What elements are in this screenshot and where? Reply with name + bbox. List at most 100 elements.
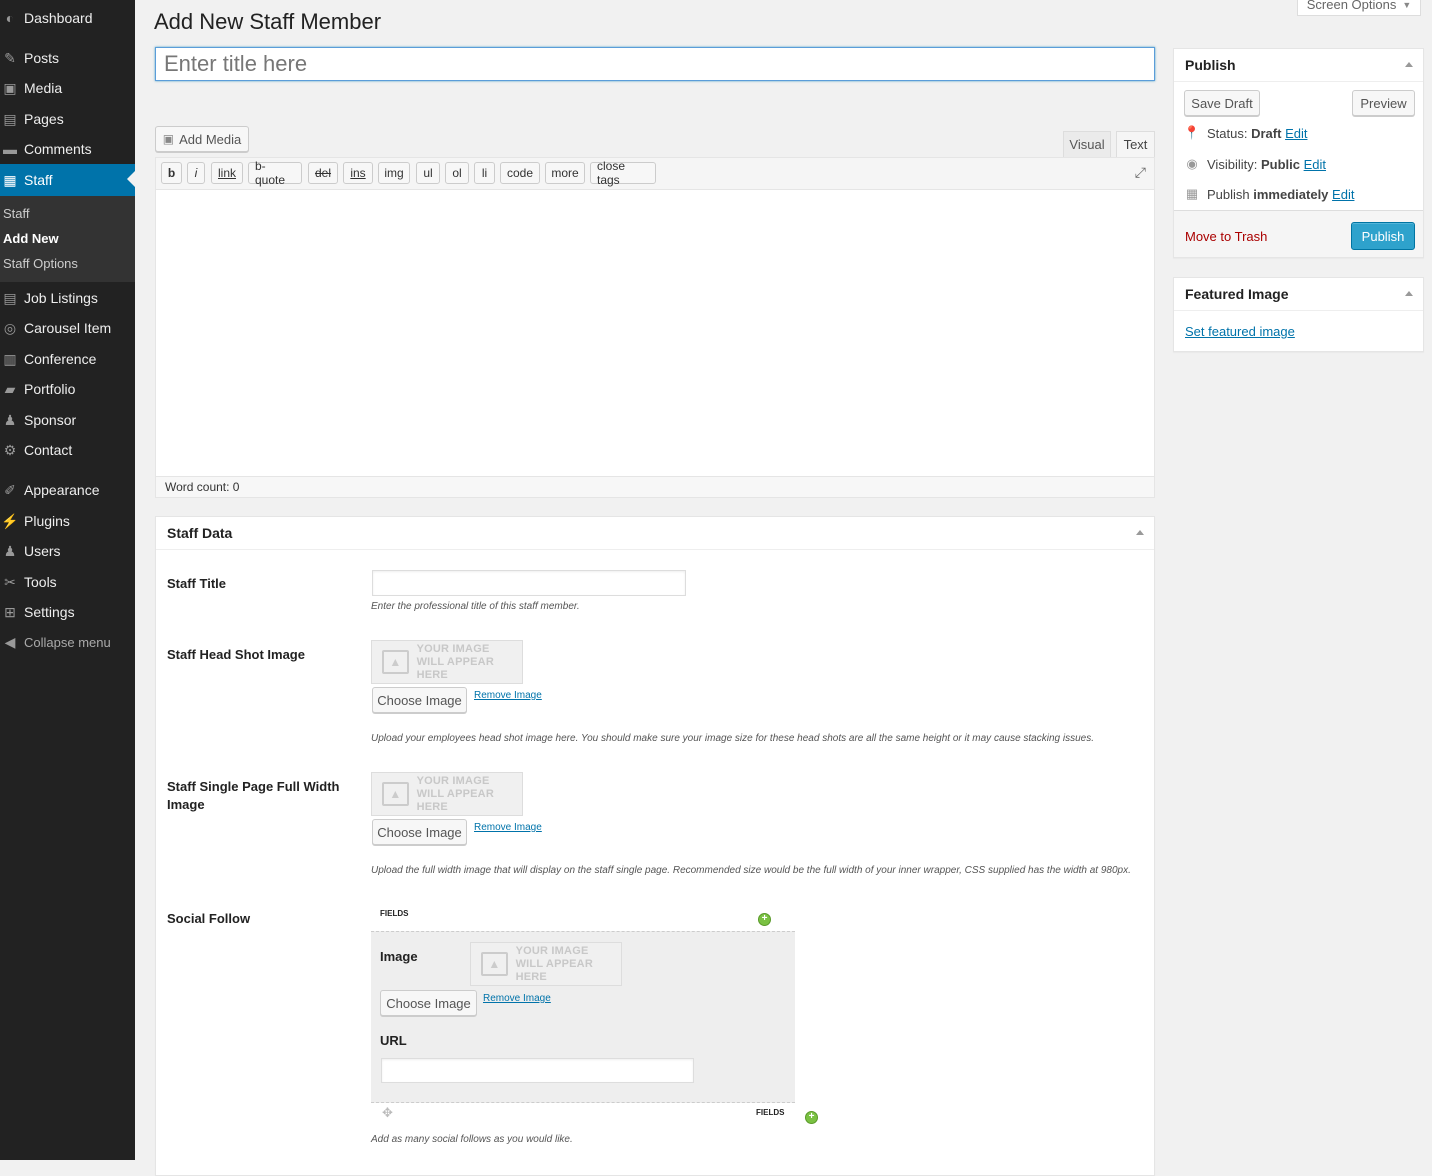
drag-handle-icon[interactable]: ✥ <box>382 1105 393 1121</box>
choose-image-button[interactable]: Choose Image <box>372 819 467 845</box>
editor-area[interactable]: b i link b-quote del ins img ul ol li co… <box>155 157 1155 498</box>
placeholder-line2: WILL APPEAR HERE <box>416 787 494 813</box>
qt-close-tags-button[interactable]: close tags <box>590 159 656 187</box>
qt-bold-button[interactable]: b <box>161 162 182 184</box>
edit-visibility-link[interactable]: Edit <box>1304 157 1326 172</box>
carousel-icon: ◎ <box>3 319 17 336</box>
social-follow-description: Add as many social follows as you would … <box>371 1134 573 1145</box>
fullscreen-icon[interactable]: ⤢ <box>1135 164 1146 181</box>
save-draft-button[interactable]: Save Draft <box>1184 90 1260 116</box>
qt-more-button[interactable]: more <box>545 162 585 184</box>
staff-data-box: Staff Data Staff Title Enter the profess… <box>155 516 1155 1176</box>
plug-icon: ⚡ <box>1 512 19 529</box>
comments-icon: ▬ <box>3 141 17 157</box>
qt-italic-button[interactable]: i <box>187 162 205 184</box>
remove-image-link[interactable]: Remove Image <box>483 993 551 1004</box>
qt-img-button[interactable]: img <box>378 162 410 184</box>
qt-li-button[interactable]: li <box>474 162 495 184</box>
menu-media[interactable]: ▣ Media <box>0 73 135 103</box>
staff-data-title: Staff Data <box>167 525 233 541</box>
qt-bquote-button[interactable]: b-quote <box>248 159 302 187</box>
qt-ul-button[interactable]: ul <box>416 162 440 184</box>
toggle-arrow-icon[interactable] <box>1136 530 1144 535</box>
menu-carousel-item[interactable]: ◎ Carousel Item <box>0 313 135 343</box>
featured-image-title: Featured Image <box>1185 286 1289 302</box>
staff-title-input[interactable] <box>372 570 686 596</box>
qt-code-button[interactable]: code <box>500 162 540 184</box>
staff-icon: ▦ <box>3 171 17 188</box>
menu-label: Tools <box>24 574 57 590</box>
social-repeater-row: Image ▲ YOUR IMAGE WILL APPEAR HERE Choos… <box>371 931 795 1103</box>
qt-link-button[interactable]: link <box>211 162 243 184</box>
menu-dashboard[interactable]: ◐ Dashboard <box>0 3 135 33</box>
menu-label: Posts <box>24 50 60 66</box>
menu-pages[interactable]: ▤ Pages <box>0 104 135 134</box>
publish-box: Publish Save Draft Preview 📍 Status: Dra… <box>1173 48 1424 258</box>
collapse-menu-button[interactable]: ◀ Collapse menu <box>0 627 135 657</box>
menu-label: Media <box>24 80 63 96</box>
move-to-trash-link[interactable]: Move to Trash <box>1185 229 1267 244</box>
menu-contact[interactable]: ⚙ Contact <box>0 435 135 465</box>
toggle-arrow-icon[interactable] <box>1405 291 1413 296</box>
add-field-icon[interactable]: + <box>805 1111 818 1124</box>
submenu-staff[interactable]: Staff <box>3 206 30 221</box>
menu-appearance[interactable]: ✐ Appearance <box>0 475 135 505</box>
social-image-placeholder: ▲ YOUR IMAGE WILL APPEAR HERE <box>470 942 622 986</box>
tab-text[interactable]: Text <box>1116 131 1155 157</box>
menu-plugins[interactable]: ⚡ Plugins <box>0 506 135 536</box>
add-media-button[interactable]: ▣ Add Media <box>155 126 249 152</box>
brush-icon: ✐ <box>4 481 16 498</box>
featured-image-title-bar[interactable]: Featured Image <box>1174 278 1423 311</box>
staff-title-description: Enter the professional title of this sta… <box>371 601 580 612</box>
menu-posts[interactable]: ✎ Posts <box>0 43 135 73</box>
schedule-row: ▦ Publish immediately Edit <box>1185 186 1355 202</box>
visibility-value: Public <box>1260 156 1300 172</box>
calendar-icon: ▦ <box>1185 186 1199 201</box>
submenu-add-new[interactable]: Add New <box>3 231 59 246</box>
menu-staff[interactable]: ▦ Staff <box>0 164 135 196</box>
featured-image-box: Featured Image Set featured image <box>1173 277 1424 352</box>
menu-label: Portfolio <box>24 381 76 397</box>
staff-title-label: Staff Title <box>167 576 226 591</box>
fields-header: FIELDS <box>380 909 409 918</box>
menu-label: Comments <box>24 141 92 157</box>
menu-job-listings[interactable]: ▤ Job Listings <box>0 283 135 313</box>
qt-ol-button[interactable]: ol <box>445 162 469 184</box>
page-title: Add New Staff Member <box>154 9 382 34</box>
publish-box-title[interactable]: Publish <box>1174 49 1423 82</box>
menu-portfolio[interactable]: ▰ Portfolio <box>0 374 135 404</box>
toggle-arrow-icon[interactable] <box>1405 62 1413 67</box>
post-title-input[interactable] <box>155 47 1155 81</box>
staff-data-title-bar[interactable]: Staff Data <box>156 517 1154 550</box>
qt-ins-button[interactable]: ins <box>343 162 373 184</box>
edit-status-link[interactable]: Edit <box>1285 126 1307 141</box>
menu-users[interactable]: ♟ Users <box>0 536 135 566</box>
head-shot-label: Staff Head Shot Image <box>167 647 305 662</box>
screen-options-button[interactable]: Screen Options ▼ <box>1297 0 1421 16</box>
add-field-icon[interactable]: + <box>758 913 771 926</box>
edit-schedule-link[interactable]: Edit <box>1332 187 1354 202</box>
placeholder-line2: WILL APPEAR HERE <box>416 655 494 681</box>
quicktags-toolbar: b i link b-quote del ins img ul ol li co… <box>156 158 1154 190</box>
remove-image-link[interactable]: Remove Image <box>474 690 542 701</box>
choose-image-button[interactable]: Choose Image <box>372 687 467 713</box>
listings-icon: ▤ <box>3 289 17 306</box>
menu-tools[interactable]: ✂ Tools <box>0 567 135 597</box>
menu-label: Appearance <box>24 482 100 498</box>
qt-del-button[interactable]: del <box>308 162 338 184</box>
tab-visual[interactable]: Visual <box>1063 131 1111 157</box>
social-url-input[interactable] <box>381 1058 694 1083</box>
set-featured-image-link[interactable]: Set featured image <box>1185 324 1295 339</box>
menu-settings[interactable]: ⊞ Settings <box>0 597 135 627</box>
menu-label: Staff <box>24 172 53 188</box>
menu-comments[interactable]: ▬ Comments <box>0 134 135 164</box>
preview-button[interactable]: Preview <box>1352 90 1415 116</box>
choose-image-button[interactable]: Choose Image <box>380 990 477 1016</box>
publish-button[interactable]: Publish <box>1351 222 1415 250</box>
submenu-staff-options[interactable]: Staff Options <box>3 256 78 271</box>
placeholder-text: YOUR IMAGE WILL APPEAR HERE <box>516 945 621 984</box>
status-value: Draft <box>1251 125 1282 141</box>
menu-sponsor[interactable]: ♟ Sponsor <box>0 405 135 435</box>
remove-image-link[interactable]: Remove Image <box>474 822 542 833</box>
menu-conference[interactable]: ▥ Conference <box>0 344 135 374</box>
